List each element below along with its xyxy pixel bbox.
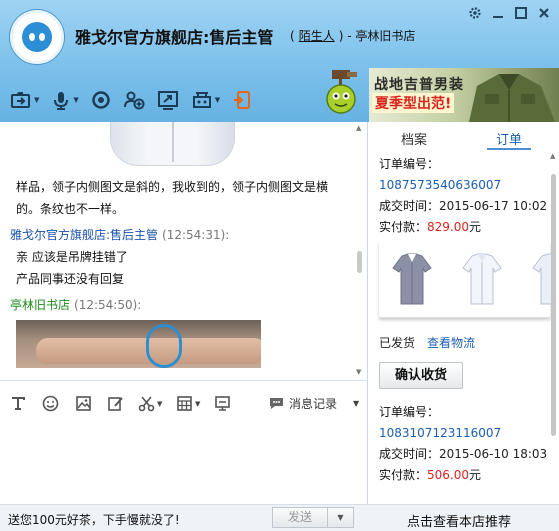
window-controls xyxy=(467,6,551,21)
ad-shirt-image xyxy=(469,74,555,122)
scroll-thumb[interactable] xyxy=(551,174,556,436)
order-date: 2015-06-10 18:03 xyxy=(439,447,548,461)
sender-name[interactable]: 雅戈尔官方旗舰店:售后主管 xyxy=(10,228,158,242)
screen-icon[interactable] xyxy=(214,395,231,412)
ad-subline: 夏季型出范! xyxy=(372,93,455,113)
chat-bubble-icon xyxy=(270,398,283,409)
order-date-label: 成交时间： xyxy=(379,447,440,461)
order-amount-unit: 元 xyxy=(469,468,482,482)
calculator-icon[interactable]: ▼ xyxy=(176,395,200,412)
order-number-link[interactable]: 1087573540636007 xyxy=(379,178,501,192)
ad-headline: 战地吉普男装 xyxy=(374,77,464,93)
product-shirt-white-image[interactable] xyxy=(459,250,505,308)
message-time: (12:54:31): xyxy=(162,228,230,242)
maximize-icon[interactable] xyxy=(513,6,528,21)
sent-image-shirt-collar[interactable] xyxy=(110,122,235,166)
video-icon[interactable] xyxy=(91,90,111,110)
message-history-button[interactable]: 消息记录 ▼ xyxy=(268,395,359,412)
chat-history[interactable]: 样品，领子内侧图文是斜的，我收到的，领子内侧图文是横的。条纹也不一样。 雅戈尔官… xyxy=(0,122,368,380)
add-contact-icon[interactable] xyxy=(123,90,145,110)
scroll-up-arrow-icon[interactable]: ▲ xyxy=(550,152,555,160)
promo-ticker[interactable]: 送您100元好茶，下手慢就没了! xyxy=(8,511,180,528)
stranger-badge: 陌生人 xyxy=(298,29,335,43)
message-sender: 雅戈尔官方旗舰店:售后主管 (12:54:31): xyxy=(10,226,229,243)
chat-scrollbar[interactable]: ▲ ▼ xyxy=(356,124,364,376)
tab-profile[interactable]: 档案 xyxy=(401,129,427,148)
order-panel-scrollbar[interactable]: ▲ xyxy=(550,152,558,504)
order-amount: 829.00 xyxy=(427,220,470,234)
emoji-icon[interactable] xyxy=(42,395,59,412)
my-account-name: 亭林旧书店 xyxy=(355,29,416,43)
title-separator: - xyxy=(347,29,352,43)
screenshot-share-icon[interactable] xyxy=(157,90,179,110)
panel-tabs: 档案 订单 xyxy=(369,122,559,152)
order-paid-label: 实付款： xyxy=(379,468,428,482)
store-recommend-link[interactable]: 点击查看本店推荐 xyxy=(407,511,511,530)
minimize-icon[interactable] xyxy=(490,6,505,21)
view-logistics-link[interactable]: 查看物流 xyxy=(427,336,475,350)
avatar-face-icon xyxy=(22,22,52,52)
contact-avatar[interactable] xyxy=(10,10,64,64)
history-dropdown-icon[interactable]: ▼ xyxy=(353,399,359,408)
order-amount: 506.00 xyxy=(427,468,470,482)
message-text: 样品，领子内侧图文是斜的，我收到的，领子内侧图文是横的。条纹也不一样。 xyxy=(16,180,329,216)
bottom-bar: 送您100元好茶，下手慢就没了! 发送 ▼ 点击查看本店推荐 xyxy=(0,504,559,531)
scroll-thumb[interactable] xyxy=(357,251,362,273)
order-number-label: 订单编号： xyxy=(379,157,440,171)
order-panel: 档案 订单 订单编号： 1087573540636007 成交时间：2015-0… xyxy=(369,122,559,504)
sender-name[interactable]: 亭林旧书店 xyxy=(10,298,70,312)
shipped-label: 已发货 xyxy=(379,336,416,350)
contact-status: (陌生人) - 亭林旧书店 xyxy=(290,29,416,43)
file-transfer-icon[interactable]: ▼ xyxy=(10,90,39,110)
message-text: 亲 应该是吊牌挂错了 xyxy=(16,250,128,264)
mobile-icon[interactable] xyxy=(232,90,252,110)
image-icon[interactable] xyxy=(75,395,92,412)
shipping-status: 已发货 查看物流 xyxy=(379,334,475,351)
close-icon[interactable] xyxy=(536,6,551,21)
order-number-link[interactable]: 1083107123116007 xyxy=(379,426,501,440)
order-number-label: 订单编号： xyxy=(379,405,440,419)
edit-icon[interactable] xyxy=(107,395,124,412)
order-goods-strip[interactable] xyxy=(379,242,553,318)
mascot-icon[interactable] xyxy=(323,70,365,114)
order-card: 订单编号： 1083107123116007 成交时间：2015-06-10 1… xyxy=(379,402,549,486)
order-date: 2015-06-17 10:02 xyxy=(439,199,548,213)
order-amount-unit: 元 xyxy=(469,220,482,234)
font-icon[interactable] xyxy=(10,395,26,411)
send-options-dropdown-icon[interactable]: ▼ xyxy=(328,507,354,528)
chat-window-header: 雅戈尔官方旗舰店:售后主管 (陌生人) - 亭林旧书店 ▼ ▼ ▼ 战地吉普男装… xyxy=(0,0,559,122)
settings-icon[interactable] xyxy=(467,6,482,21)
order-card: 订单编号： 1087573540636007 成交时间：2015-06-17 1… xyxy=(379,154,549,238)
sent-image-arm-photo[interactable] xyxy=(16,320,261,368)
tab-orders[interactable]: 订单 xyxy=(496,129,522,148)
history-label: 消息记录 xyxy=(289,397,338,411)
message-input[interactable] xyxy=(0,426,368,504)
contact-toolbar: ▼ ▼ ▼ xyxy=(10,90,252,110)
active-tab-indicator xyxy=(487,148,531,150)
confirm-receipt-button[interactable]: 确认收货 xyxy=(379,362,463,389)
input-toolbar: ▼ ▼ 消息记录 ▼ xyxy=(0,380,368,426)
scroll-up-arrow-icon[interactable]: ▲ xyxy=(356,124,361,132)
scissors-icon[interactable]: ▼ xyxy=(138,395,162,412)
contact-title: 雅戈尔官方旗舰店:售后主管 xyxy=(75,28,274,47)
message-text: 产品同事还没有回复 xyxy=(16,272,125,286)
send-button[interactable]: 发送 xyxy=(272,507,328,528)
microphone-icon[interactable]: ▼ xyxy=(51,90,79,110)
remote-assist-icon[interactable]: ▼ xyxy=(191,90,220,110)
product-shirt-grey-image[interactable] xyxy=(389,250,435,308)
ad-banner[interactable]: 战地吉普男装 夏季型出范! xyxy=(369,68,559,122)
message-sender: 亭林旧书店 (12:54:50): xyxy=(10,296,141,313)
order-paid-label: 实付款： xyxy=(379,220,428,234)
message-time: (12:54:50): xyxy=(74,298,142,312)
scroll-down-arrow-icon[interactable]: ▼ xyxy=(356,368,361,376)
order-date-label: 成交时间： xyxy=(379,199,440,213)
